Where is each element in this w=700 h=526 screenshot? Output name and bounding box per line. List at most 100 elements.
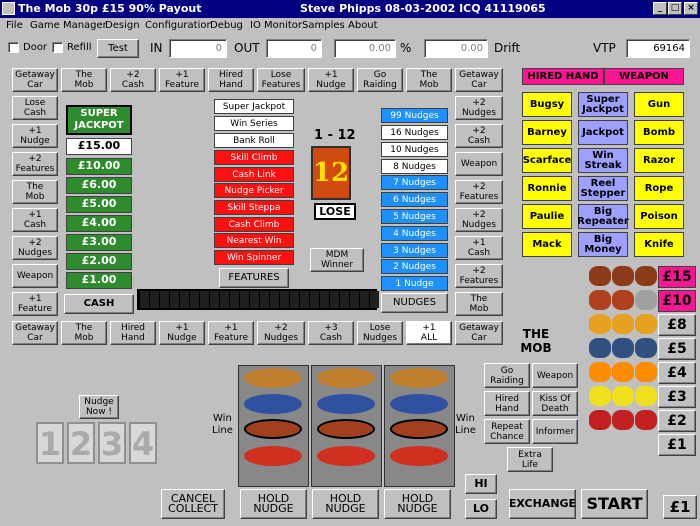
nudges-button[interactable]: NUDGES [381,293,448,313]
refill-checkbox[interactable] [52,42,63,53]
minimize-button[interactable]: _ [653,2,667,15]
pay-2: £2 [658,410,696,432]
features-button[interactable]: FEATURES [219,268,289,288]
trail-top-7[interactable]: +1 Nudge [308,68,354,92]
trail-left-2[interactable]: +1 Nudge [12,124,58,148]
out-field[interactable]: 0 [266,39,322,58]
menu-io-monitor[interactable]: IO Monitor [250,20,302,31]
trail-right-2[interactable]: +2 Cash [455,124,503,148]
door-checkbox[interactable] [8,42,19,53]
hired-hand-button[interactable]: Hired Hand [484,391,530,416]
author-info: Steve Phipps 08-03-2002 ICQ 41119065 [300,2,546,15]
pay-5: £5 [658,338,696,360]
weapon-button[interactable]: Weapon [532,363,578,388]
bar-icon [317,419,375,439]
led-cell [140,291,149,308]
trail-bottom-5[interactable]: +1 Feature [208,321,254,345]
trail-bottom-1[interactable]: Getaway Car [12,321,58,345]
trail-left-3[interactable]: +2 Features [12,152,58,176]
hold-nudge-3-button[interactable]: HOLD NUDGE [384,489,451,519]
trail-bottom-4[interactable]: +1 Nudge [159,321,205,345]
led-cell [360,291,369,308]
trail-right-8[interactable]: The Mob [455,292,503,316]
trail-top-6[interactable]: Lose Features [257,68,305,92]
drift-field[interactable]: 0.00 [424,39,488,58]
trail-bottom-9[interactable]: +1 ALL [406,321,452,345]
close-button[interactable]: × [684,2,698,15]
led-cell [160,291,169,308]
jackpot-amount-8: £1.00 [66,272,132,289]
mob-paulie: Paulie [522,204,572,229]
mdm-winner[interactable]: MDM Winner [310,248,364,272]
kiss-of-death-button[interactable]: Kiss Of Death [532,391,578,416]
trail-right-3[interactable]: Weapon [455,152,503,176]
menu-game-manager[interactable]: Game Manager [30,20,107,31]
hold-nudge-2-button[interactable]: HOLD NUDGE [312,489,379,519]
cherry-icon [635,410,657,430]
trail-bottom-6[interactable]: +2 Nudges [257,321,305,345]
trail-top-9[interactable]: The Mob [406,68,452,92]
cash-button[interactable]: CASH [64,294,134,314]
test-button[interactable]: Test [97,39,139,58]
plum-icon [635,338,657,358]
repeat-chance-button[interactable]: Repeat Chance [484,419,530,444]
extra-life-button[interactable]: Extra Life [507,447,553,472]
lo-button[interactable]: LO [465,499,497,519]
feature-super-jackpot: Super Jackpot [214,99,294,114]
trail-top-2[interactable]: The Mob [61,68,107,92]
trail-bottom-10[interactable]: Getaway Car [455,321,503,345]
menu-debug[interactable]: Debug [210,20,243,31]
exchange-button[interactable]: EXCHANGE [509,489,576,519]
start-button[interactable]: START [581,489,648,519]
trail-right-6[interactable]: +1 Cash [455,236,503,260]
trail-left-7[interactable]: Weapon [12,264,58,288]
vtp-field[interactable]: 69164 [626,39,690,58]
melon-icon [589,290,611,310]
trail-top-3[interactable]: +2 Cash [110,68,156,92]
any-icon [635,290,657,310]
menu-bar: File Game Manager Design Configuration D… [0,18,700,34]
trail-bottom-7[interactable]: +3 Cash [308,321,354,345]
win-line-left: Win Line [212,413,233,436]
menu-samples[interactable]: Samples [302,20,345,31]
trail-right-5[interactable]: +2 Nudges [455,208,503,232]
trail-bottom-2[interactable]: The Mob [61,321,107,345]
trail-left-1[interactable]: Lose Cash [12,96,58,120]
trail-top-10[interactable]: Getaway Car [455,68,503,92]
reel-2 [311,365,382,487]
trail-top-4[interactable]: +1 Feature [159,68,205,92]
menu-about[interactable]: About [348,20,378,31]
nudge-now[interactable]: Nudge Now ! [79,395,119,419]
in-field[interactable]: 0 [169,39,227,58]
trail-left-8[interactable]: +1 Feature [12,292,58,316]
nudge-5: 5 Nudges [381,209,448,224]
trail-right-1[interactable]: +2 Nudges [455,96,503,120]
trail-left-6[interactable]: +2 Nudges [12,236,58,260]
maximize-button[interactable]: □ [668,2,682,15]
nudge-digit-4: 4 [129,422,157,464]
trail-left-4[interactable]: The Mob [12,180,58,204]
trail-top-1[interactable]: Getaway Car [12,68,58,92]
menu-configuration[interactable]: Configuration [145,20,213,31]
hold-nudge-1-button[interactable]: HOLD NUDGE [240,489,307,519]
menu-design[interactable]: Design [105,20,140,31]
trail-top-5[interactable]: Hired Hand [208,68,254,92]
trail-bottom-8[interactable]: Lose Nudges [357,321,403,345]
trail-top-8[interactable]: Go Raiding [357,68,403,92]
lemon-icon [612,386,634,406]
hi-button[interactable]: HI [465,474,497,494]
cancel-collect-button[interactable]: CANCEL COLLECT [161,489,225,519]
informer-button[interactable]: Informer [532,419,578,444]
drift-label: Drift [494,41,521,55]
orange-icon [612,362,634,382]
menu-file[interactable]: File [6,20,23,31]
go-raiding-button[interactable]: Go Raiding [484,363,530,388]
trail-left-5[interactable]: +1 Cash [12,208,58,232]
trail-right-7[interactable]: +2 Features [455,264,503,288]
trail-bottom-3[interactable]: Hired Hand [110,321,156,345]
mob-poison: Poison [634,204,684,229]
trail-right-4[interactable]: +2 Features [455,180,503,204]
led-cell [180,291,189,308]
percent-field[interactable]: 0.00 [334,39,396,58]
led-strip [137,289,379,310]
